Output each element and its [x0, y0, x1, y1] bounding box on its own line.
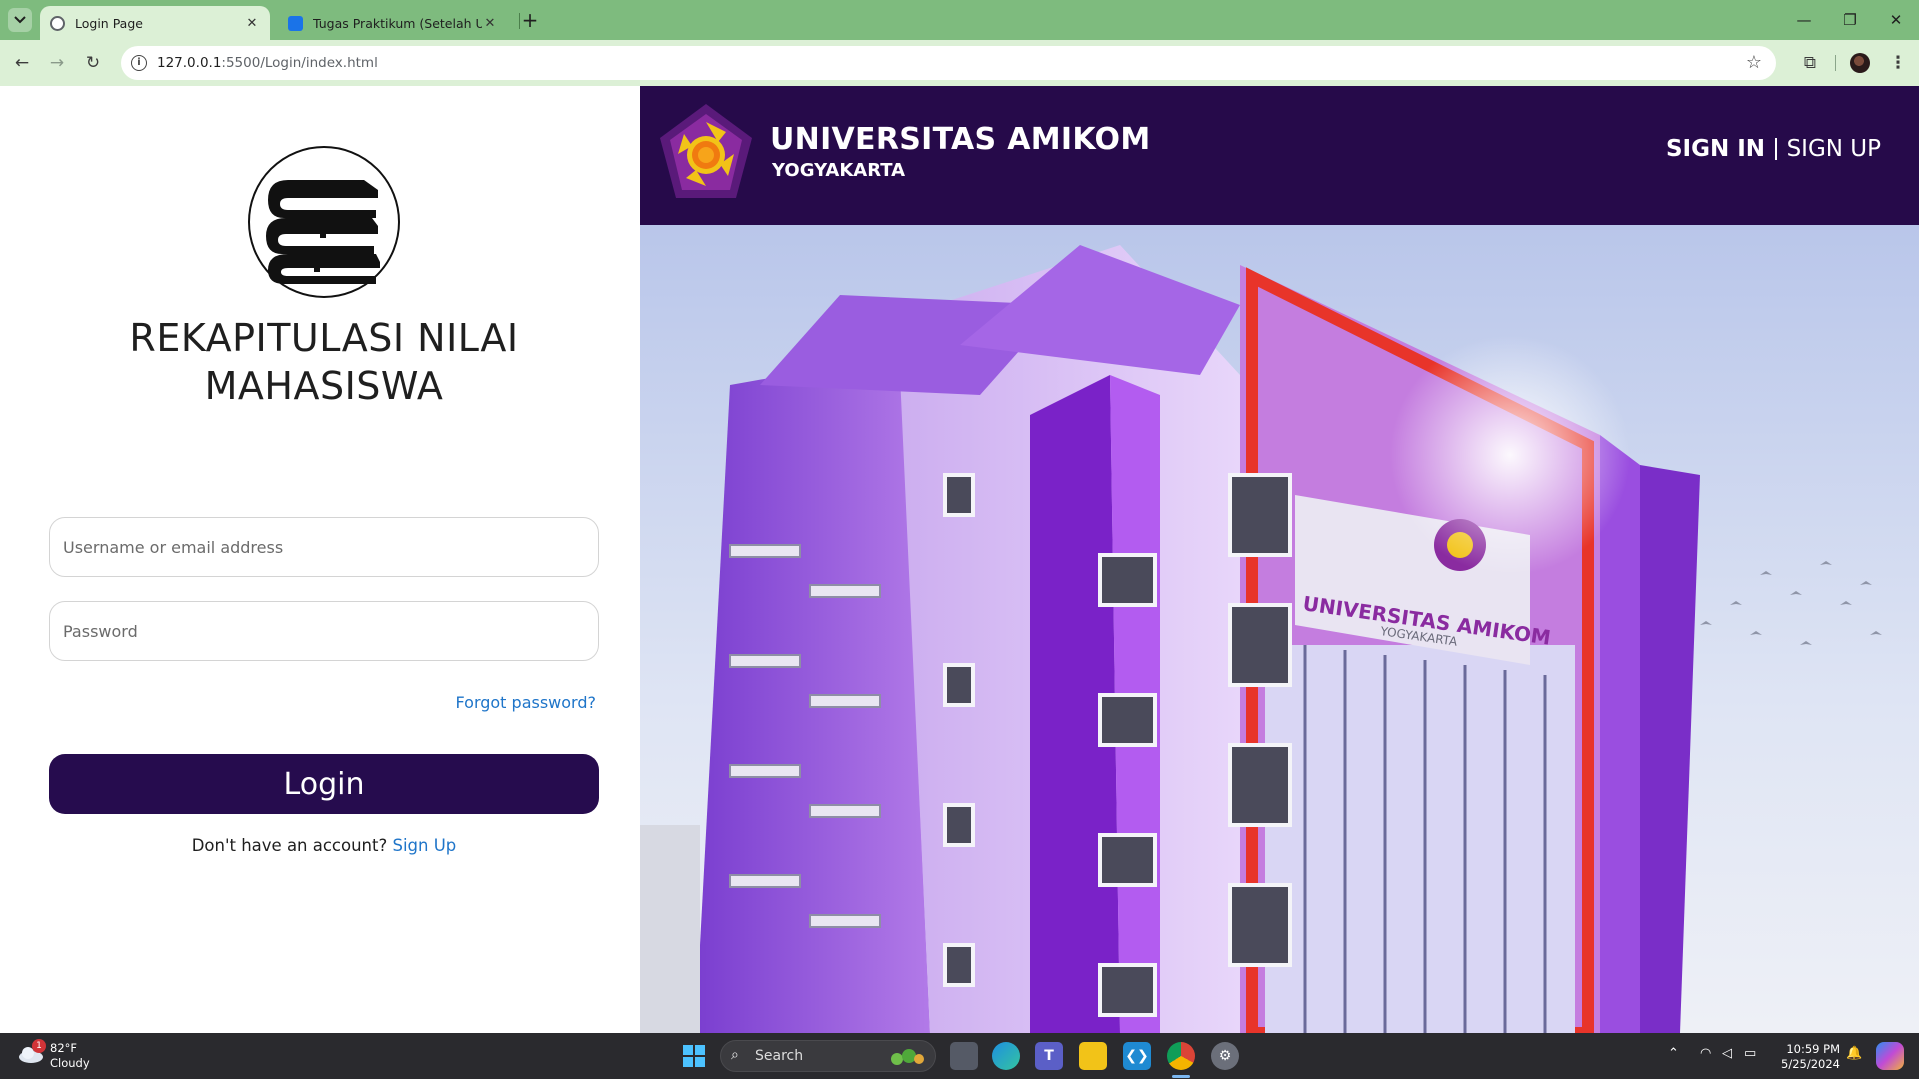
weather-condition: Cloudy [50, 1056, 90, 1070]
notification-bell-icon[interactable]: 🔔 [1846, 1046, 1862, 1061]
campus-building-image: UNIVERSITAS AMIKOM YOGYAKARTA [640, 225, 1919, 1033]
globe-icon [50, 15, 65, 31]
title-line-2: MAHASISWA [204, 364, 444, 408]
extensions-icon[interactable]: ⧉ [1796, 49, 1824, 77]
settings-icon[interactable]: ⚙ [1211, 1042, 1239, 1070]
new-tab-button[interactable]: + [520, 7, 540, 33]
no-account-text: Don't have an account? [191, 836, 388, 855]
tab-login-page[interactable]: Login Page ✕ [40, 6, 270, 40]
title-line-1: REKAPITULASI NILAI [129, 316, 519, 360]
close-tab-icon[interactable]: ✕ [244, 16, 260, 31]
file-explorer-icon[interactable] [1079, 1042, 1107, 1070]
reload-button[interactable]: ↻ [79, 49, 107, 77]
copilot-icon[interactable] [1876, 1042, 1904, 1070]
username-input[interactable] [49, 517, 599, 577]
menu-icon[interactable]: ⋮ [1886, 49, 1910, 77]
login-panel: REKAPITULASI NILAI MAHASISWA Forgot pass… [0, 86, 640, 1033]
browser-toolbar: ← → ↻ i 127.0.0.1:5500/Login/index.html … [0, 40, 1919, 86]
amikom-logo [660, 104, 752, 198]
tab-title: Tugas Praktikum (Setelah UTS) [313, 15, 482, 31]
clock-time: 10:59 PM [1786, 1042, 1840, 1056]
clock-date: 5/25/2024 [1781, 1057, 1840, 1071]
taskbar-search[interactable]: ⌕ Search [720, 1040, 936, 1072]
wifi-icon[interactable]: ◠ [1700, 1046, 1711, 1061]
tab-search-button[interactable] [8, 8, 32, 32]
weather-temp: 82°F [50, 1041, 77, 1055]
close-tab-icon[interactable]: ✕ [482, 16, 498, 31]
battery-icon[interactable]: ▭ [1744, 1046, 1756, 1061]
profile-avatar[interactable] [1850, 53, 1870, 73]
search-label: Search [755, 1048, 804, 1064]
site-header: UNIVERSITAS AMIKOM YOGYAKARTA SIGN IN SI… [640, 86, 1919, 225]
chrome-icon[interactable] [1167, 1042, 1195, 1070]
show-hidden-icons[interactable]: ⌃ [1668, 1046, 1679, 1061]
url-text[interactable]: 127.0.0.1:5500/Login/index.html [157, 55, 378, 71]
chevron-down-icon [14, 16, 26, 24]
site-info-icon[interactable]: i [131, 55, 147, 71]
windows-start-icon[interactable] [683, 1045, 705, 1067]
bookmark-star-icon[interactable]: ☆ [1746, 52, 1762, 73]
books-icon [266, 180, 380, 284]
volume-icon[interactable]: ◁ [1722, 1046, 1732, 1061]
forward-button[interactable]: → [43, 49, 71, 77]
page-title: REKAPITULASI NILAI MAHASISWA [0, 314, 648, 410]
teams-icon[interactable]: T [1035, 1042, 1063, 1070]
system-clock[interactable]: 10:59 PM 5/25/2024 [1776, 1042, 1840, 1072]
password-input[interactable] [49, 601, 599, 661]
search-icon: ⌕ [731, 1047, 739, 1063]
search-highlight-icon [891, 1049, 924, 1065]
auth-links: SIGN IN SIGN UP [1666, 136, 1881, 162]
restore-button[interactable]: ❐ [1827, 6, 1873, 34]
login-button[interactable]: Login [49, 754, 599, 814]
toolbar-divider [1835, 55, 1836, 71]
windows-taskbar: 1 82°F Cloudy ⌕ Search T ❮❯ ⚙ ⌃ ◠ ◁ ▭ 10… [0, 1033, 1919, 1079]
weather-badge: 1 [32, 1039, 46, 1053]
signin-link[interactable]: SIGN IN [1666, 136, 1765, 162]
university-city: YOGYAKARTA [772, 160, 906, 181]
university-name: UNIVERSITAS AMIKOM [770, 122, 1151, 157]
active-app-indicator [1172, 1075, 1190, 1078]
back-button[interactable]: ← [8, 49, 36, 77]
signup-link[interactable]: Sign Up [393, 836, 457, 855]
edge-icon[interactable] [992, 1042, 1020, 1070]
close-window-button[interactable]: ✕ [1873, 6, 1919, 34]
signup-nav-link[interactable]: SIGN UP [1787, 136, 1881, 162]
books-logo [248, 146, 400, 298]
classroom-icon [288, 15, 303, 31]
tab-tugas-praktikum[interactable]: Tugas Praktikum (Setelah UTS) ✕ [278, 6, 508, 40]
forgot-password-link[interactable]: Forgot password? [400, 693, 596, 712]
signup-prompt: Don't have an account? Sign Up [0, 836, 648, 855]
tab-title: Login Page [75, 15, 143, 31]
task-view-icon[interactable] [950, 1042, 978, 1070]
hero-panel: UNIVERSITAS AMIKOM YOGYAKARTA SIGN IN SI… [640, 86, 1919, 1033]
browser-tab-bar: Login Page ✕ Tugas Praktikum (Setelah UT… [0, 0, 1919, 40]
minimize-button[interactable]: — [1781, 6, 1827, 34]
address-bar[interactable]: i 127.0.0.1:5500/Login/index.html ☆ [121, 46, 1776, 80]
auth-divider [1775, 138, 1777, 160]
vscode-icon[interactable]: ❮❯ [1123, 1042, 1151, 1070]
